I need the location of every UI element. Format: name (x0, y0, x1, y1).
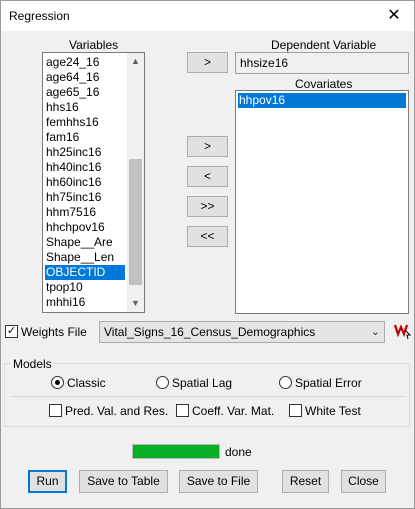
list-item[interactable]: hh60inc16 (45, 175, 125, 190)
progress-fill (133, 445, 219, 458)
list-item[interactable]: age24_16 (45, 55, 125, 70)
list-item[interactable]: hhs16 (45, 100, 125, 115)
weights-icon[interactable] (394, 322, 412, 340)
run-button[interactable]: Run (28, 470, 67, 493)
list-item[interactable]: Shape__Len (45, 250, 125, 265)
remove-all-button[interactable]: << (187, 226, 228, 247)
list-item[interactable]: hhm7516 (45, 205, 125, 220)
scroll-up-icon[interactable]: ▲ (127, 53, 144, 70)
list-item[interactable]: hhpov16 (238, 93, 406, 108)
models-label: Models (11, 357, 54, 371)
list-item[interactable]: fam16 (45, 130, 125, 145)
window-title: Regression (9, 9, 70, 23)
covariates-label: Covariates (295, 77, 353, 91)
close-button[interactable]: Close (341, 470, 386, 493)
models-divider (11, 396, 405, 397)
list-item[interactable]: tpop10 (45, 280, 125, 295)
pred-val-label: Pred. Val. and Res. (65, 404, 169, 418)
add-covariate-button[interactable]: > (187, 136, 228, 157)
add-all-button[interactable]: >> (187, 196, 228, 217)
classic-radio[interactable] (51, 376, 64, 389)
white-test-checkbox[interactable] (289, 404, 302, 417)
dependent-variable-label: Dependent Variable (271, 38, 377, 52)
list-item[interactable]: age65_16 (45, 85, 125, 100)
weights-file-checkbox[interactable]: ✓ (5, 325, 18, 338)
scroll-thumb[interactable] (129, 159, 142, 285)
list-item[interactable]: hh25inc16 (45, 145, 125, 160)
variables-scrollbar[interactable]: ▲ ▼ (127, 53, 144, 312)
spatial-error-radio[interactable] (279, 376, 292, 389)
spatial-error-label: Spatial Error (295, 376, 362, 390)
covariates-list[interactable]: hhpov16 (235, 90, 409, 314)
scroll-down-icon[interactable]: ▼ (127, 295, 144, 312)
progress-status: done (225, 445, 252, 459)
list-item[interactable]: hh40inc16 (45, 160, 125, 175)
list-item[interactable]: OBJECTID (45, 265, 125, 280)
list-item[interactable]: hhchpov16 (45, 220, 125, 235)
chevron-down-icon[interactable]: ⌄ (371, 322, 380, 342)
list-item[interactable]: mhhi16 (45, 295, 125, 310)
dependent-variable-field[interactable]: hhsize16 (235, 52, 409, 74)
spatial-lag-radio[interactable] (156, 376, 169, 389)
list-item[interactable]: hh75inc16 (45, 190, 125, 205)
coeff-var-label: Coeff. Var. Mat. (192, 404, 275, 418)
weights-file-value: Vital_Signs_16_Census_Demographics (104, 325, 316, 339)
list-item[interactable]: Shape__Are (45, 235, 125, 250)
list-item[interactable]: age64_16 (45, 70, 125, 85)
save-to-file-button[interactable]: Save to File (179, 470, 258, 493)
close-icon[interactable]: ✕ (384, 6, 404, 26)
spatial-lag-label: Spatial Lag (172, 376, 233, 390)
regression-dialog: Regression ✕ Variables mhhi16 tpop10 OBJEC… (0, 0, 415, 509)
classic-label: Classic (67, 376, 106, 390)
pred-val-checkbox[interactable] (49, 404, 62, 417)
save-to-table-button[interactable]: Save to Table (79, 470, 168, 493)
weights-file-label: Weights File (21, 325, 87, 339)
list-item[interactable]: femhhs16 (45, 115, 125, 130)
progress-bar (132, 444, 220, 459)
remove-covariate-button[interactable]: < (187, 166, 228, 187)
reset-button[interactable]: Reset (282, 470, 329, 493)
variables-list[interactable]: mhhi16 tpop10 OBJECTID Shape__Len Shape__Are… (42, 52, 145, 313)
title-bar: Regression ✕ (1, 1, 414, 31)
weights-file-select[interactable]: Vital_Signs_16_Census_Demographics ⌄ (99, 321, 385, 343)
add-dependent-button[interactable]: > (187, 52, 228, 73)
coeff-var-checkbox[interactable] (176, 404, 189, 417)
variables-label: Variables (69, 38, 119, 52)
white-test-label: White Test (305, 404, 361, 418)
